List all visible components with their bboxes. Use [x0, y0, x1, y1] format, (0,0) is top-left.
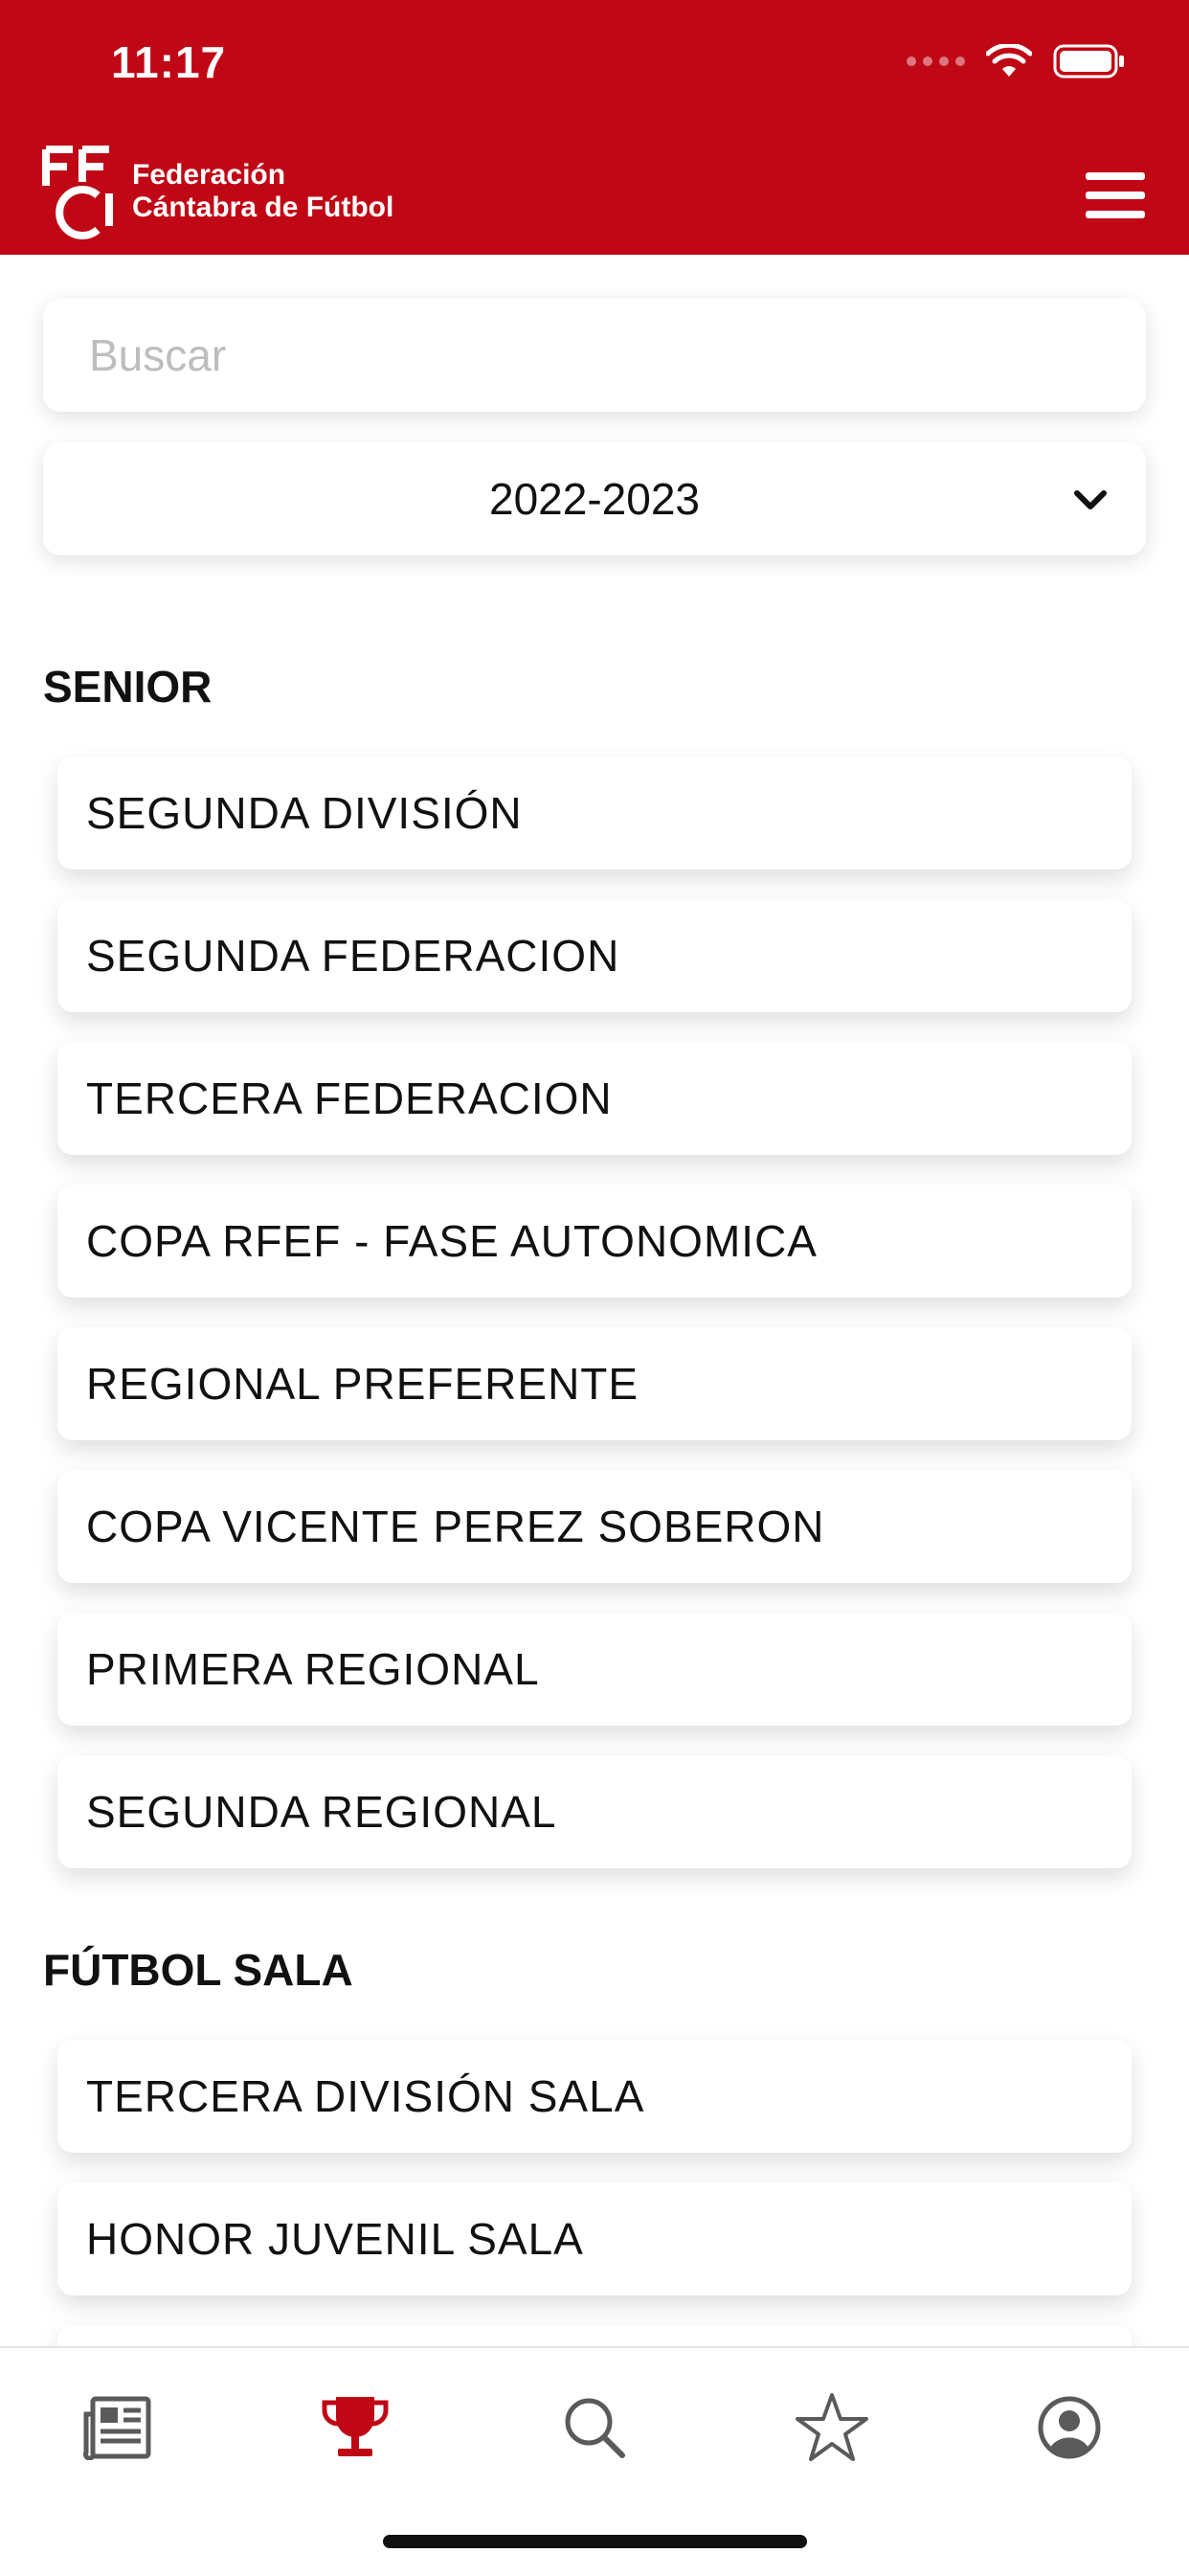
season-value: 2022-2023 — [489, 474, 700, 524]
competition-item[interactable]: SEGUNDA DIVISIÓN — [57, 757, 1132, 870]
news-icon — [83, 2396, 151, 2460]
home-indicator — [383, 2535, 807, 2548]
competition-item[interactable]: COPA RFEF - FASE AUTONOMICA — [57, 1185, 1132, 1298]
trophy-icon — [322, 2397, 389, 2456]
competition-item[interactable]: TERCERA FEDERACION — [57, 1042, 1132, 1155]
search-icon — [565, 2398, 625, 2458]
battery-icon — [1053, 44, 1124, 79]
competition-item[interactable]: REGIONAL PREFERENTE — [57, 1327, 1132, 1440]
search-field[interactable] — [43, 299, 1146, 412]
chevron-down-icon — [1074, 490, 1107, 509]
tab-profile[interactable] — [1026, 2384, 1112, 2471]
star-icon — [796, 2393, 868, 2461]
tab-competitions[interactable] — [312, 2384, 398, 2471]
search-input[interactable] — [87, 328, 1146, 382]
profile-icon — [1038, 2396, 1101, 2459]
section-title-futbol-sala: FÚTBOL SALA — [43, 1945, 353, 1995]
hamburger-menu-icon[interactable] — [1086, 172, 1145, 218]
fcf-emblem-icon — [42, 146, 113, 239]
tab-search[interactable] — [551, 2384, 638, 2471]
cellular-signal-icon — [907, 56, 965, 66]
competition-item[interactable]: PRIMERA REGIONAL — [57, 1613, 1132, 1726]
season-selector[interactable]: 2022-2023 — [43, 442, 1146, 555]
competition-item[interactable]: COPA VICENTE PEREZ SOBERON — [57, 1470, 1132, 1583]
section-title-senior: SENIOR — [43, 662, 213, 712]
status-icons — [907, 44, 1126, 79]
app-header: 11:17 Federación Cántabra de Fútbol — [0, 0, 1189, 255]
wifi-icon — [986, 44, 1032, 77]
competition-item[interactable]: TERCERA DIVISIÓN SALA — [57, 2040, 1132, 2153]
competition-list-senior: SEGUNDA DIVISIÓN SEGUNDA FEDERACION TERC… — [57, 757, 1132, 1898]
status-time: 11:17 — [111, 37, 227, 87]
competition-item[interactable]: HONOR JUVENIL SALA — [57, 2182, 1132, 2295]
logo-line-2: Cántabra de Fútbol — [132, 192, 394, 223]
competition-item[interactable]: SEGUNDA REGIONAL — [57, 1755, 1132, 1868]
competition-item[interactable]: SEGUNDA FEDERACION — [57, 899, 1132, 1012]
federation-logo[interactable]: Federación Cántabra de Fútbol — [40, 144, 393, 239]
tab-favorites[interactable] — [789, 2384, 875, 2471]
tab-news[interactable] — [75, 2384, 161, 2471]
logo-line-1: Federación — [132, 159, 286, 191]
logo-text: Federación Cántabra de Fútbol — [132, 159, 393, 224]
